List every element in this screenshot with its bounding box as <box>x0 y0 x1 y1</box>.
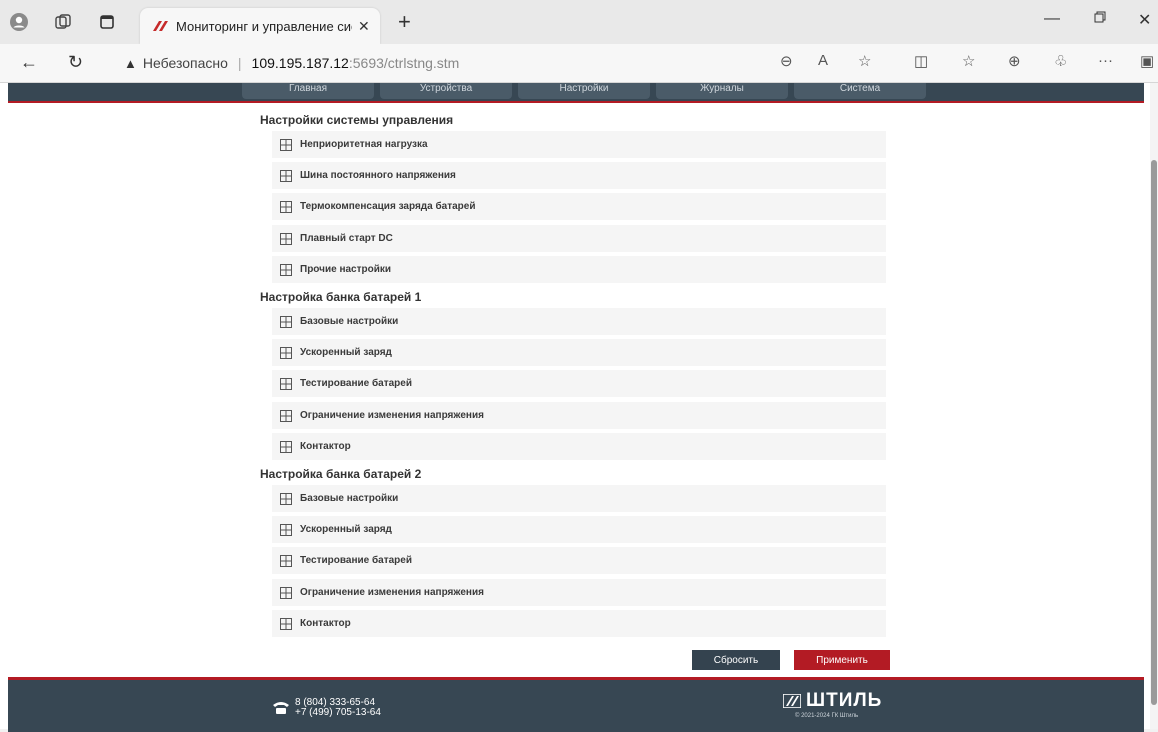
nav-item-system[interactable]: Система <box>794 83 926 99</box>
security-label: Небезопасно <box>142 55 228 71</box>
favorite-star-icon[interactable]: ☆ <box>858 52 871 70</box>
settings-row[interactable]: Тестирование батарей <box>272 547 886 574</box>
new-tab-icon[interactable]: + <box>398 9 411 35</box>
site-footer: 8 (804) 333-65-64 +7 (499) 705-13-64 ШТИ… <box>8 677 1144 732</box>
split-screen-icon[interactable]: ◫ <box>914 52 928 70</box>
settings-row[interactable]: Неприоритетная нагрузка <box>272 131 886 158</box>
nav-item-devices[interactable]: Устройства <box>380 83 512 99</box>
settings-row[interactable]: Базовые настройки <box>272 308 886 335</box>
settings-row-label: Базовые настройки <box>300 316 399 327</box>
expand-grid-icon[interactable] <box>280 263 292 276</box>
nav-item-home[interactable]: Главная <box>242 83 374 99</box>
web-page: Главная Устройства Настройки Журналы Сис… <box>0 83 1150 732</box>
settings-row[interactable]: Ускоренный заряд <box>272 339 886 366</box>
settings-row-label: Контактор <box>300 441 351 452</box>
settings-row-label: Ускоренный заряд <box>300 347 392 358</box>
expand-grid-icon[interactable] <box>280 409 292 422</box>
expand-grid-icon[interactable] <box>280 586 292 599</box>
favorites-list-icon[interactable]: ☆ <box>962 52 975 70</box>
settings-row-label: Базовые настройки <box>300 493 399 504</box>
expand-grid-icon[interactable] <box>280 232 292 245</box>
brand-name: ШТИЛЬ <box>806 690 883 711</box>
settings-row[interactable]: Тестирование батарей <box>272 370 886 397</box>
settings-row-label: Ограничение изменения напряжения <box>300 410 484 421</box>
settings-row-label: Тестирование батарей <box>300 378 412 389</box>
logo-mark-icon <box>783 694 801 708</box>
site-favicon-icon <box>153 21 168 31</box>
settings-row-label: Неприоритетная нагрузка <box>300 139 428 150</box>
settings-row[interactable]: Ускоренный заряд <box>272 516 886 543</box>
apply-button[interactable]: Применить <box>794 650 890 670</box>
restore-icon[interactable] <box>1094 10 1106 28</box>
settings-row-label: Ускоренный заряд <box>300 524 392 535</box>
expand-grid-icon[interactable] <box>280 169 292 182</box>
close-tab-icon[interactable]: ✕ <box>358 18 370 35</box>
tab-actions-icon[interactable] <box>96 11 118 33</box>
settings-row-label: Термокомпенсация заряда батарей <box>300 201 476 212</box>
group-title: Настройки системы управления <box>260 113 454 127</box>
zoom-icon[interactable]: ⊖ <box>780 52 793 70</box>
settings-row[interactable]: Контактор <box>272 610 886 637</box>
settings-row-label: Прочие настройки <box>300 264 392 275</box>
nav-item-logs[interactable]: Журналы <box>656 83 788 99</box>
back-arrow-icon[interactable]: ← <box>20 52 38 73</box>
phone-number-2: +7 (499) 705-13-64 <box>295 707 381 718</box>
active-browser-tab[interactable]: Мониторинг и управление сист ✕ <box>140 8 380 44</box>
settings-row[interactable]: Ограничение изменения напряжения <box>272 402 886 429</box>
browser-tab-bar: Мониторинг и управление сист ✕ + — ✕ <box>0 0 1158 44</box>
settings-row-label: Контактор <box>300 618 351 629</box>
collections-icon[interactable]: ⊕ <box>1008 52 1021 70</box>
extensions-icon[interactable]: ♧ <box>1054 52 1067 70</box>
settings-row-label: Тестирование батарей <box>300 555 412 566</box>
expand-grid-icon[interactable] <box>280 377 292 390</box>
read-aloud-icon[interactable]: A <box>818 52 828 69</box>
address-separator: | <box>237 55 242 71</box>
settings-row[interactable]: Контактор <box>272 433 886 460</box>
group-title: Настройка банка батарей 2 <box>260 467 422 481</box>
group-title: Настройка банка батарей 1 <box>260 290 422 304</box>
browser-nav-bar: ← ↻ ▲ Небезопасно | 109.195.187.12:5693/… <box>0 44 1158 83</box>
expand-grid-icon[interactable] <box>280 138 292 151</box>
more-options-icon[interactable]: ··· <box>1098 52 1113 69</box>
profile-icon[interactable] <box>8 11 30 33</box>
settings-row[interactable]: Термокомпенсация заряда батарей <box>272 193 886 220</box>
expand-grid-icon[interactable] <box>280 315 292 328</box>
scrollbar-thumb[interactable] <box>1151 160 1157 705</box>
expand-grid-icon[interactable] <box>280 346 292 359</box>
expand-grid-icon[interactable] <box>280 200 292 213</box>
settings-row[interactable]: Прочие настройки <box>272 256 886 283</box>
settings-row[interactable]: Базовые настройки <box>272 485 886 512</box>
close-window-icon[interactable]: ✕ <box>1138 10 1151 30</box>
settings-row-label: Шина постоянного напряжения <box>300 170 456 181</box>
settings-row-label: Плавный старт DC <box>300 233 393 244</box>
settings-row[interactable]: Шина постоянного напряжения <box>272 162 886 189</box>
workspaces-icon[interactable] <box>52 11 74 33</box>
refresh-icon[interactable]: ↻ <box>68 52 83 73</box>
expand-grid-icon[interactable] <box>280 617 292 630</box>
sidebar-toggle-icon[interactable]: ▣ <box>1140 52 1154 70</box>
phone-icon <box>273 702 289 714</box>
tab-title: Мониторинг и управление сист <box>176 18 352 34</box>
copyright-text: © 2021-2024 ГК Штиль <box>795 713 859 719</box>
settings-row-label: Ограничение изменения напряжения <box>300 587 484 598</box>
url-path: :5693/ctrlstng.stm <box>348 55 460 71</box>
expand-grid-icon[interactable] <box>280 523 292 536</box>
brand-logo: ШТИЛЬ © 2021-2024 ГК Штиль <box>783 690 882 719</box>
phone-numbers: 8 (804) 333-65-64 +7 (499) 705-13-64 <box>295 698 381 718</box>
minimize-icon[interactable]: — <box>1044 10 1060 28</box>
warning-triangle-icon: ▲ <box>124 55 137 71</box>
reset-button[interactable]: Сбросить <box>692 650 780 670</box>
address-bar[interactable]: ▲ Небезопасно | 109.195.187.12:5693/ctrl… <box>106 49 886 77</box>
settings-row[interactable]: Плавный старт DC <box>272 225 886 252</box>
expand-grid-icon[interactable] <box>280 554 292 567</box>
nav-item-settings[interactable]: Настройки <box>518 83 650 99</box>
settings-row[interactable]: Ограничение изменения напряжения <box>272 579 886 606</box>
url-host: 109.195.187.12 <box>251 55 349 71</box>
site-top-nav: Главная Устройства Настройки Журналы Сис… <box>8 83 1144 103</box>
expand-grid-icon[interactable] <box>280 440 292 453</box>
expand-grid-icon[interactable] <box>280 492 292 505</box>
